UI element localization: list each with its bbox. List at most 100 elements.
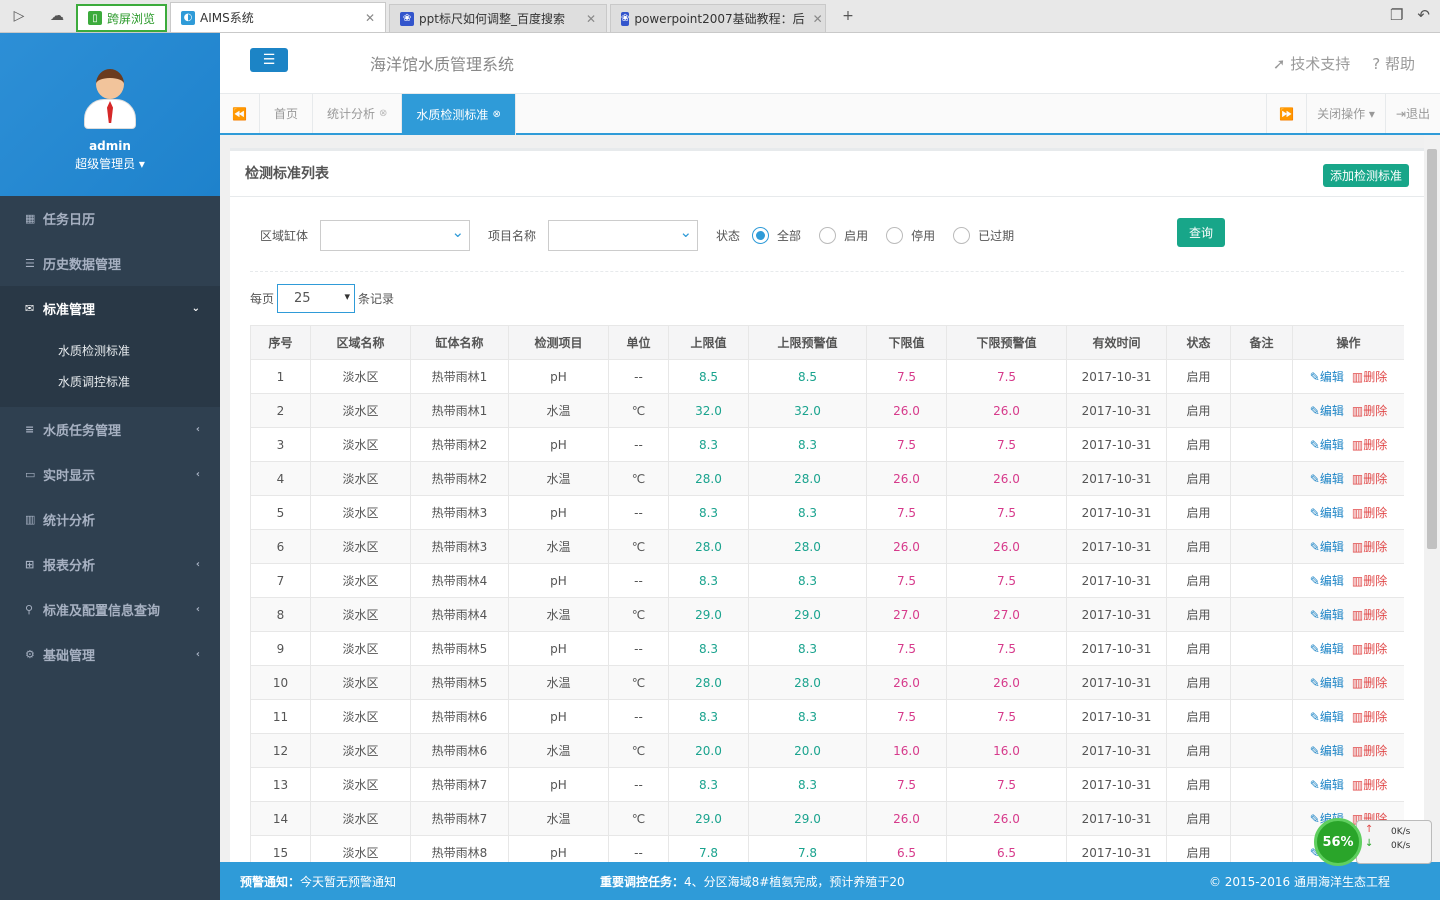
close-circle-icon[interactable]: ⊗ <box>492 109 500 120</box>
trash-icon: ▥ <box>1351 472 1364 486</box>
footer-bar: 预警通知：今天暂无预警通知 重要调控任务：4、分区海域8#植氨完成，预计养殖于2… <box>220 862 1440 900</box>
page-size-select[interactable]: 25 <box>277 284 356 313</box>
delete-link[interactable]: ▥删除 <box>1352 472 1387 486</box>
edit-link[interactable]: ✎编辑 <box>1310 710 1344 724</box>
delete-link[interactable]: ▥删除 <box>1352 642 1387 656</box>
delete-link[interactable]: ▥删除 <box>1352 438 1387 452</box>
logout-button[interactable]: ⇥ 退出 <box>1384 94 1440 133</box>
edit-link[interactable]: ✎编辑 <box>1310 778 1344 792</box>
scroll-tabs-right-button[interactable]: ⏩ <box>1266 94 1306 133</box>
sidebar-subitem-control-standard[interactable]: 水质调控标准 <box>0 366 220 397</box>
trash-icon: ▥ <box>1351 506 1364 520</box>
tab-statistics[interactable]: 统计分析 ⊗ <box>313 94 403 133</box>
table-row: 1 淡水区 热带雨林1 pH -- 8.5 8.5 7.5 7.5 2017-10-31 启用 ✎编辑… <box>250 359 1404 394</box>
delete-link[interactable]: ▥删除 <box>1352 404 1387 418</box>
sidebar-item-standard-management[interactable]: ✉ 标准管理 ⌄ <box>0 286 220 331</box>
browser-tab-cross-screen[interactable]: ▯ 跨屏浏览 <box>76 4 168 32</box>
add-standard-button[interactable]: 添加检测标准 <box>1322 164 1409 187</box>
edit-icon: ✎ <box>1309 676 1320 690</box>
warning-notice: 预警通知：今天暂无预警通知 <box>240 874 397 889</box>
edit-link[interactable]: ✎编辑 <box>1310 676 1344 690</box>
sidebar-item-task-calendar[interactable]: ▦ 任务日历 <box>0 196 220 241</box>
table-cell: 7.5 <box>946 359 1067 394</box>
help-link[interactable]: ? 帮助 <box>1372 53 1415 74</box>
delete-link[interactable]: ▥删除 <box>1352 540 1387 554</box>
page-scrollbar[interactable] <box>1424 135 1440 862</box>
table-cell: 热带雨林3 <box>410 529 509 564</box>
table-cell: 13 <box>250 767 311 802</box>
edit-link[interactable]: ✎编辑 <box>1310 404 1344 418</box>
table-cell <box>1230 801 1293 836</box>
sidebar-item-standard-query[interactable]: ⚲ 标准及配置信息查询 ‹ <box>0 587 220 632</box>
close-icon[interactable]: ✕ <box>805 12 823 26</box>
query-button[interactable]: 查询 <box>1177 218 1225 247</box>
menu-toggle-button[interactable]: ☰ <box>250 48 288 72</box>
sidebar-subitem-detection-standard[interactable]: 水质检测标准 <box>0 335 220 366</box>
tab-home[interactable]: 首页 <box>260 94 314 133</box>
actions-cell: ✎编辑 ▥删除 <box>1292 563 1404 598</box>
scroll-tabs-left-button[interactable]: ⏪ <box>220 94 260 133</box>
scrollbar-thumb[interactable] <box>1427 149 1437 549</box>
delete-link[interactable]: ▥删除 <box>1352 574 1387 588</box>
edit-link[interactable]: ✎编辑 <box>1310 608 1344 622</box>
edit-link[interactable]: ✎编辑 <box>1310 370 1344 384</box>
status-radio-expired[interactable]: 已过期 <box>953 226 1014 244</box>
table-cell: -- <box>608 427 669 462</box>
browser-tab-powerpoint[interactable]: ❀ powerpoint2007基础教程：后 ✕ <box>610 4 827 32</box>
edit-link[interactable]: ✎编辑 <box>1310 438 1344 452</box>
status-radio-enabled[interactable]: 启用 <box>819 226 868 244</box>
browser-tab-aims[interactable]: ◐ AIMS系统 ✕ <box>170 2 387 32</box>
sidebar-item-statistics[interactable]: ▥ 统计分析 <box>0 497 220 542</box>
edit-link[interactable]: ✎编辑 <box>1310 506 1344 520</box>
sidebar-item-report[interactable]: ⊞ 报表分析 ‹ <box>0 542 220 587</box>
undo-icon[interactable]: ↶ <box>1417 6 1430 24</box>
chevron-left-icon: ‹ <box>195 424 200 435</box>
edit-link[interactable]: ✎编辑 <box>1310 642 1344 656</box>
delete-link[interactable]: ▥删除 <box>1352 744 1387 758</box>
table-cell: 8.3 <box>748 767 867 802</box>
tab-detection-standard[interactable]: 水质检测标准 ⊗ <box>402 94 516 135</box>
delete-link[interactable]: ▥删除 <box>1352 370 1387 384</box>
sidebar-item-water-task[interactable]: ≡ 水质任务管理 ‹ <box>0 407 220 452</box>
delete-link[interactable]: ▥删除 <box>1352 778 1387 792</box>
divider <box>250 271 1404 272</box>
table-cell: 淡水区 <box>310 631 411 666</box>
browser-tab-baidu[interactable]: ❀ ppt标尺如何调整_百度搜索 ✕ <box>389 4 608 32</box>
close-icon[interactable]: ✕ <box>578 12 596 26</box>
network-speed-widget[interactable]: ↑ ↓ 0K/s 0K/s 56% <box>1310 812 1438 884</box>
table-cell: 26.0 <box>866 461 947 496</box>
column-header: 序号 <box>250 325 311 360</box>
sidebar-item-basic-management[interactable]: ⚙ 基础管理 ‹ <box>0 632 220 677</box>
close-circle-icon[interactable]: ⊗ <box>379 108 387 119</box>
sidebar-item-realtime[interactable]: ▭ 实时显示 ‹ <box>0 452 220 497</box>
table-cell: 26.0 <box>946 801 1067 836</box>
edit-link[interactable]: ✎编辑 <box>1310 574 1344 588</box>
divider <box>230 196 1424 197</box>
close-icon[interactable]: ✕ <box>357 11 375 25</box>
edit-icon: ✎ <box>1309 574 1320 588</box>
edit-link[interactable]: ✎编辑 <box>1310 540 1344 554</box>
delete-link[interactable]: ▥删除 <box>1352 506 1387 520</box>
sidebar-toggle-icon[interactable]: ▷ <box>6 3 32 29</box>
project-select[interactable] <box>548 219 699 251</box>
table-cell: 7.5 <box>866 631 947 666</box>
status-radio-all[interactable]: 全部 <box>752 226 801 244</box>
table-cell: 淡水区 <box>310 359 411 394</box>
edit-link[interactable]: ✎编辑 <box>1310 472 1344 486</box>
edit-link[interactable]: ✎编辑 <box>1310 744 1344 758</box>
cloud-icon[interactable]: ☁ <box>44 3 70 29</box>
user-role-dropdown[interactable]: 超级管理员 ▾ <box>75 155 145 172</box>
table-cell: 启用 <box>1166 631 1231 666</box>
close-operations-dropdown[interactable]: 关闭操作 ▾ <box>1306 94 1385 133</box>
status-radio-disabled[interactable]: 停用 <box>886 226 935 244</box>
tech-support-link[interactable]: ➚ 技术支持 <box>1273 53 1350 74</box>
region-select[interactable] <box>320 219 471 251</box>
delete-link[interactable]: ▥删除 <box>1352 608 1387 622</box>
table-cell: 2017-10-31 <box>1066 835 1167 865</box>
table-cell: 热带雨林7 <box>410 801 509 836</box>
new-tab-button[interactable]: + <box>835 3 861 29</box>
delete-link[interactable]: ▥删除 <box>1352 676 1387 690</box>
delete-link[interactable]: ▥删除 <box>1352 710 1387 724</box>
sidebar-item-history-data[interactable]: ☰ 历史数据管理 <box>0 241 220 286</box>
window-icon[interactable]: ❐ <box>1390 6 1403 24</box>
